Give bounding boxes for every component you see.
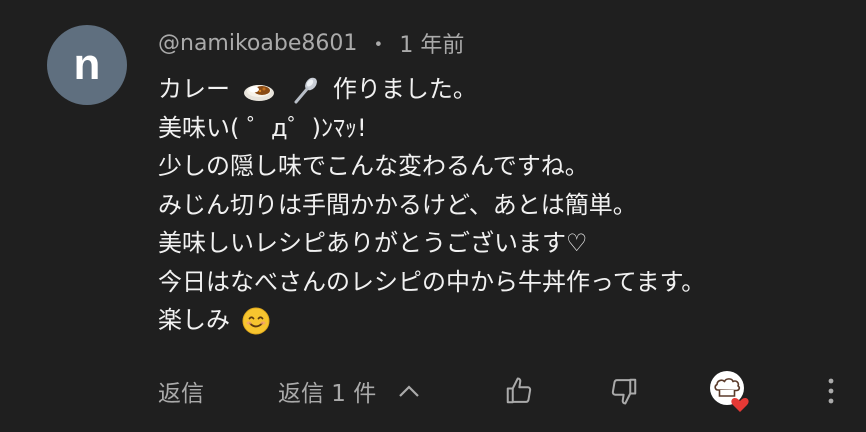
separator: ・: [367, 33, 390, 58]
comment-line: 今日はなべさんのレシピの中から牛丼作ってます。: [158, 267, 706, 296]
comment-line: 楽しみ: [158, 301, 848, 340]
creator-heart[interactable]: [706, 366, 754, 416]
comment-line: カレー 作りました。: [158, 70, 848, 109]
comment-line: 美味しいレシピありがとうございます♡: [158, 229, 588, 257]
like-button[interactable]: [497, 366, 541, 416]
author-name[interactable]: @namikoabe8601: [158, 31, 357, 56]
comment-line: 少しの隠し味でこんな変わるんですね。: [158, 152, 589, 180]
creator-heart-icon: [707, 368, 753, 414]
chevron-up-icon: [398, 384, 420, 398]
comment-text: 作りました。: [332, 75, 477, 103]
thumbs-down-icon: [609, 376, 639, 406]
thumbs-up-icon: [504, 376, 534, 406]
replies-count-label: 返信 1 件: [278, 381, 377, 407]
reply-button[interactable]: 返信: [158, 366, 204, 416]
spoon-icon: [291, 75, 321, 105]
comment-header: @namikoabe8601 ・ 1 年前: [158, 27, 464, 59]
comment-line: みじん切りは手間かかるけど、あとは簡単。: [158, 190, 637, 219]
avatar[interactable]: n: [47, 25, 127, 105]
comment-time[interactable]: 1 年前: [399, 27, 464, 59]
comment-text: カレー: [158, 75, 230, 103]
more-vert-icon: [827, 377, 835, 405]
comment-text: 楽しみ: [158, 306, 230, 334]
dislike-button[interactable]: [602, 366, 646, 416]
curry-icon: [242, 77, 276, 103]
comment-actions: 返信 返信 1 件: [0, 366, 866, 416]
comment-body: カレー 作りました。 美味い( ゜д゜)ﾝﾏｯ! 少しの隠し味でこんな変わるんで…: [158, 70, 848, 340]
smiling-face-icon: [242, 307, 270, 335]
comment-line: 美味い( ゜д゜)ﾝﾏｯ!: [158, 113, 367, 142]
replies-toggle[interactable]: 返信 1 件: [278, 366, 420, 416]
more-options-button[interactable]: [809, 366, 853, 416]
